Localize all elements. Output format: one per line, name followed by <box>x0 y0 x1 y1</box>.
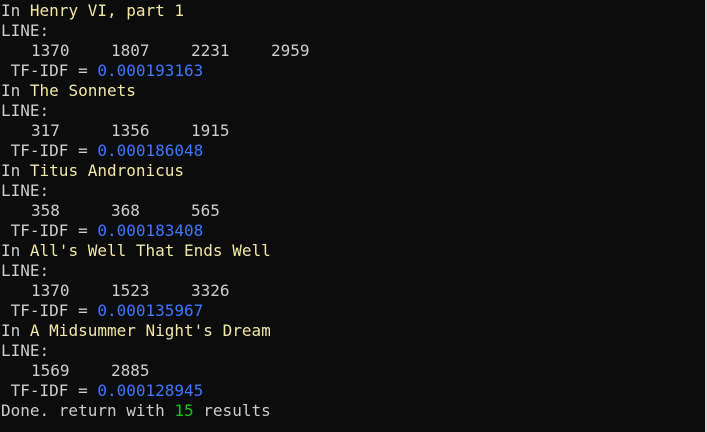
result-prefix: In <box>1 81 30 100</box>
line-label: LINE: <box>1 21 50 40</box>
line-label: LINE: <box>1 261 50 280</box>
result-prefix: In <box>1 161 30 180</box>
line-number: 368 <box>111 201 140 220</box>
terminal-output: In Henry VI, part 1 LINE: 1370 1807 2231 29… <box>0 0 707 432</box>
work-title: The Sonnets <box>29 81 136 100</box>
line-number: 1356 <box>111 121 150 140</box>
tfidf-label: TF-IDF = <box>1 301 98 320</box>
work-title: A Midsummer Night's Dream <box>29 321 271 340</box>
tfidf-value: 0.000183408 <box>97 221 204 240</box>
line-number: 565 <box>191 201 220 220</box>
tfidf-value: 0.000135967 <box>97 301 204 320</box>
tfidf-label: TF-IDF = <box>1 141 98 160</box>
line-numbers: 317 1356 1915 <box>1 121 705 141</box>
line-number: 1523 <box>111 281 150 300</box>
result-header: In A Midsummer Night's Dream <box>1 321 705 341</box>
result-header: In Titus Andronicus <box>1 161 705 181</box>
tfidf-line: TF-IDF = 0.000128945 <box>1 381 705 401</box>
tfidf-line: TF-IDF = 0.000186048 <box>1 141 705 161</box>
line-numbers: 1569 2885 <box>1 361 705 381</box>
done-suffix: results <box>193 401 271 420</box>
line-number: 1807 <box>111 41 150 60</box>
result-header: In Henry VI, part 1 <box>1 1 705 21</box>
tfidf-label: TF-IDF = <box>1 381 98 400</box>
done-prefix: Done. return with <box>1 401 175 420</box>
line-number: 2231 <box>191 41 230 60</box>
result-header: In The Sonnets <box>1 81 705 101</box>
done-message: Done. return with 15 results <box>1 401 705 421</box>
line-number: 2885 <box>111 361 150 380</box>
tfidf-label: TF-IDF = <box>1 221 98 240</box>
work-title: Titus Andronicus <box>29 161 185 180</box>
work-title: Henry VI, part 1 <box>29 1 185 20</box>
tfidf-line: TF-IDF = 0.000193163 <box>1 61 705 81</box>
line-number: 1915 <box>191 121 230 140</box>
line-number: 317 <box>31 121 60 140</box>
line-label: LINE: <box>1 341 50 360</box>
result-count: 15 <box>174 401 194 420</box>
result-prefix: In <box>1 241 30 260</box>
line-numbers: 1370 1807 2231 2959 <box>1 41 705 61</box>
tfidf-value: 0.000128945 <box>97 381 204 400</box>
line-number: 3326 <box>191 281 230 300</box>
tfidf-line: TF-IDF = 0.000183408 <box>1 221 705 241</box>
tfidf-line: TF-IDF = 0.000135967 <box>1 301 705 321</box>
tfidf-value: 0.000186048 <box>97 141 204 160</box>
tfidf-value: 0.000193163 <box>97 61 204 80</box>
result-prefix: In <box>1 1 30 20</box>
line-label: LINE: <box>1 181 50 200</box>
line-numbers: 1370 1523 3326 <box>1 281 705 301</box>
line-number: 2959 <box>271 41 310 60</box>
result-prefix: In <box>1 321 30 340</box>
line-number: 358 <box>31 201 60 220</box>
result-header: In All's Well That Ends Well <box>1 241 705 261</box>
line-numbers: 358 368 565 <box>1 201 705 221</box>
line-label: LINE: <box>1 101 50 120</box>
line-number: 1370 <box>31 41 70 60</box>
tfidf-label: TF-IDF = <box>1 61 98 80</box>
line-number: 1569 <box>31 361 70 380</box>
work-title: All's Well That Ends Well <box>29 241 271 260</box>
line-number: 1370 <box>31 281 70 300</box>
